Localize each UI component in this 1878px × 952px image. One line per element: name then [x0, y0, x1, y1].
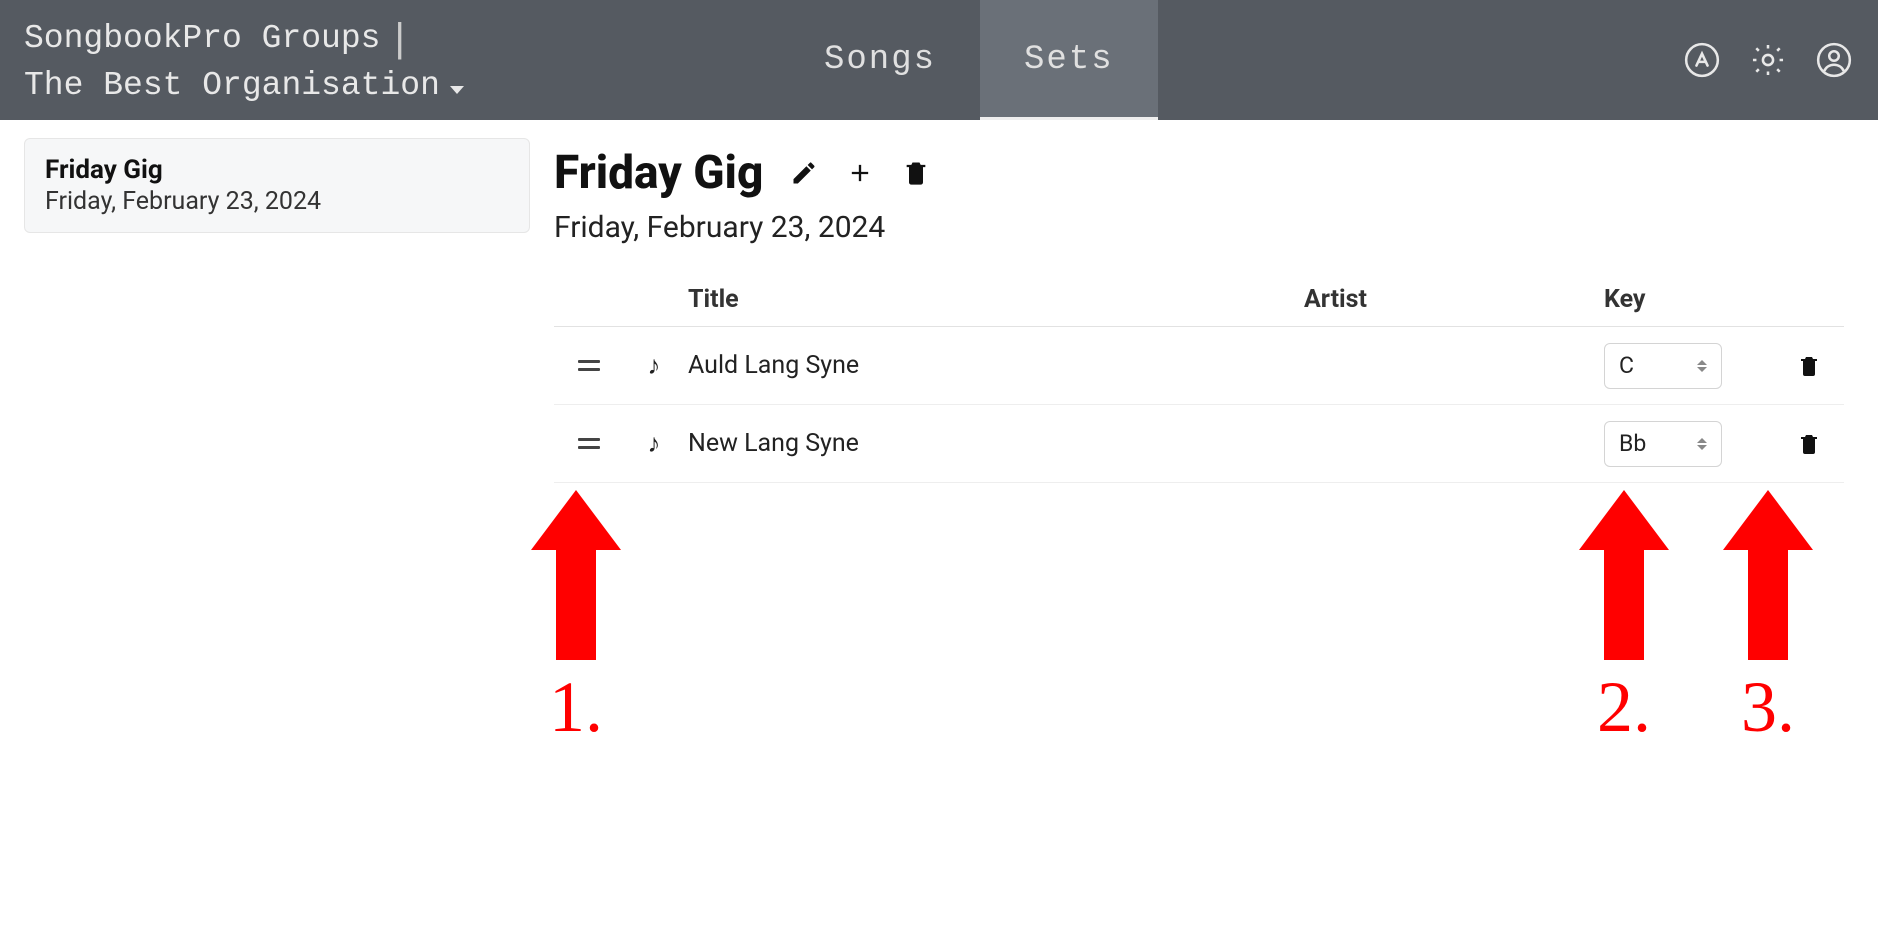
delete-song-icon[interactable] [1774, 432, 1844, 456]
drag-handle-icon[interactable] [554, 360, 624, 371]
header-icons [1682, 0, 1854, 120]
key-value: Bb [1619, 430, 1646, 457]
profile-icon[interactable] [1814, 40, 1854, 80]
nav-tabs: Songs Sets [780, 0, 1158, 120]
body: Friday Gig Friday, February 23, 2024 Fri… [0, 120, 1878, 952]
select-caret-icon [1697, 360, 1707, 372]
table-row: ♪ New Lang Syne Bb [554, 405, 1844, 483]
annotation-label-1: 1. [549, 666, 603, 749]
sidebar-set-title: Friday Gig [45, 155, 509, 185]
delete-song-icon[interactable] [1774, 354, 1844, 378]
org-selector[interactable]: The Best Organisation [24, 67, 496, 104]
table-header: Title Artist Key [554, 285, 1844, 327]
col-artist: Artist [1304, 285, 1604, 314]
song-title: Auld Lang Syne [684, 351, 1304, 380]
main: Friday Gig Friday, February 23, 2024 Tit… [554, 120, 1878, 952]
annotation-label-2: 2. [1597, 666, 1651, 749]
set-title: Friday Gig [554, 146, 763, 200]
org-name: The Best Organisation [24, 67, 440, 104]
app-title: SongbookPro Groups [24, 20, 380, 57]
sidebar-set-card[interactable]: Friday Gig Friday, February 23, 2024 [24, 138, 530, 233]
annotation-label-3: 3. [1741, 666, 1795, 749]
table-row: ♪ Auld Lang Syne C [554, 327, 1844, 405]
chevron-down-icon [450, 86, 464, 94]
app-header: SongbookPro Groups | The Best Organisati… [0, 0, 1878, 120]
key-select[interactable]: Bb [1604, 421, 1722, 467]
title-divider: | [394, 16, 404, 61]
drag-handle-icon[interactable] [554, 438, 624, 449]
songs-table: Title Artist Key ♪ Auld Lang Syne C [554, 285, 1844, 483]
key-select[interactable]: C [1604, 343, 1722, 389]
sidebar-set-date: Friday, February 23, 2024 [45, 187, 509, 216]
song-title: New Lang Syne [684, 429, 1304, 458]
annotation-arrow-2: 2. [1574, 490, 1674, 749]
delete-set-icon[interactable] [901, 158, 931, 188]
sidebar: Friday Gig Friday, February 23, 2024 [0, 120, 554, 952]
gear-icon[interactable] [1748, 40, 1788, 80]
edit-icon[interactable] [789, 158, 819, 188]
tab-songs[interactable]: Songs [780, 0, 980, 120]
header-left: SongbookPro Groups | The Best Organisati… [0, 0, 520, 120]
music-note-icon: ♪ [624, 428, 684, 459]
app-title-row: SongbookPro Groups | [24, 16, 496, 61]
col-title: Title [684, 285, 1304, 314]
set-heading-row: Friday Gig [554, 146, 1844, 200]
key-value: C [1619, 352, 1634, 379]
select-caret-icon [1697, 438, 1707, 450]
col-key: Key [1604, 285, 1774, 314]
annotation-arrow-3: 3. [1718, 490, 1818, 749]
music-note-icon: ♪ [624, 350, 684, 381]
tab-sets[interactable]: Sets [980, 0, 1158, 120]
add-icon[interactable] [845, 158, 875, 188]
set-date: Friday, February 23, 2024 [554, 210, 1844, 245]
admin-icon[interactable] [1682, 40, 1722, 80]
